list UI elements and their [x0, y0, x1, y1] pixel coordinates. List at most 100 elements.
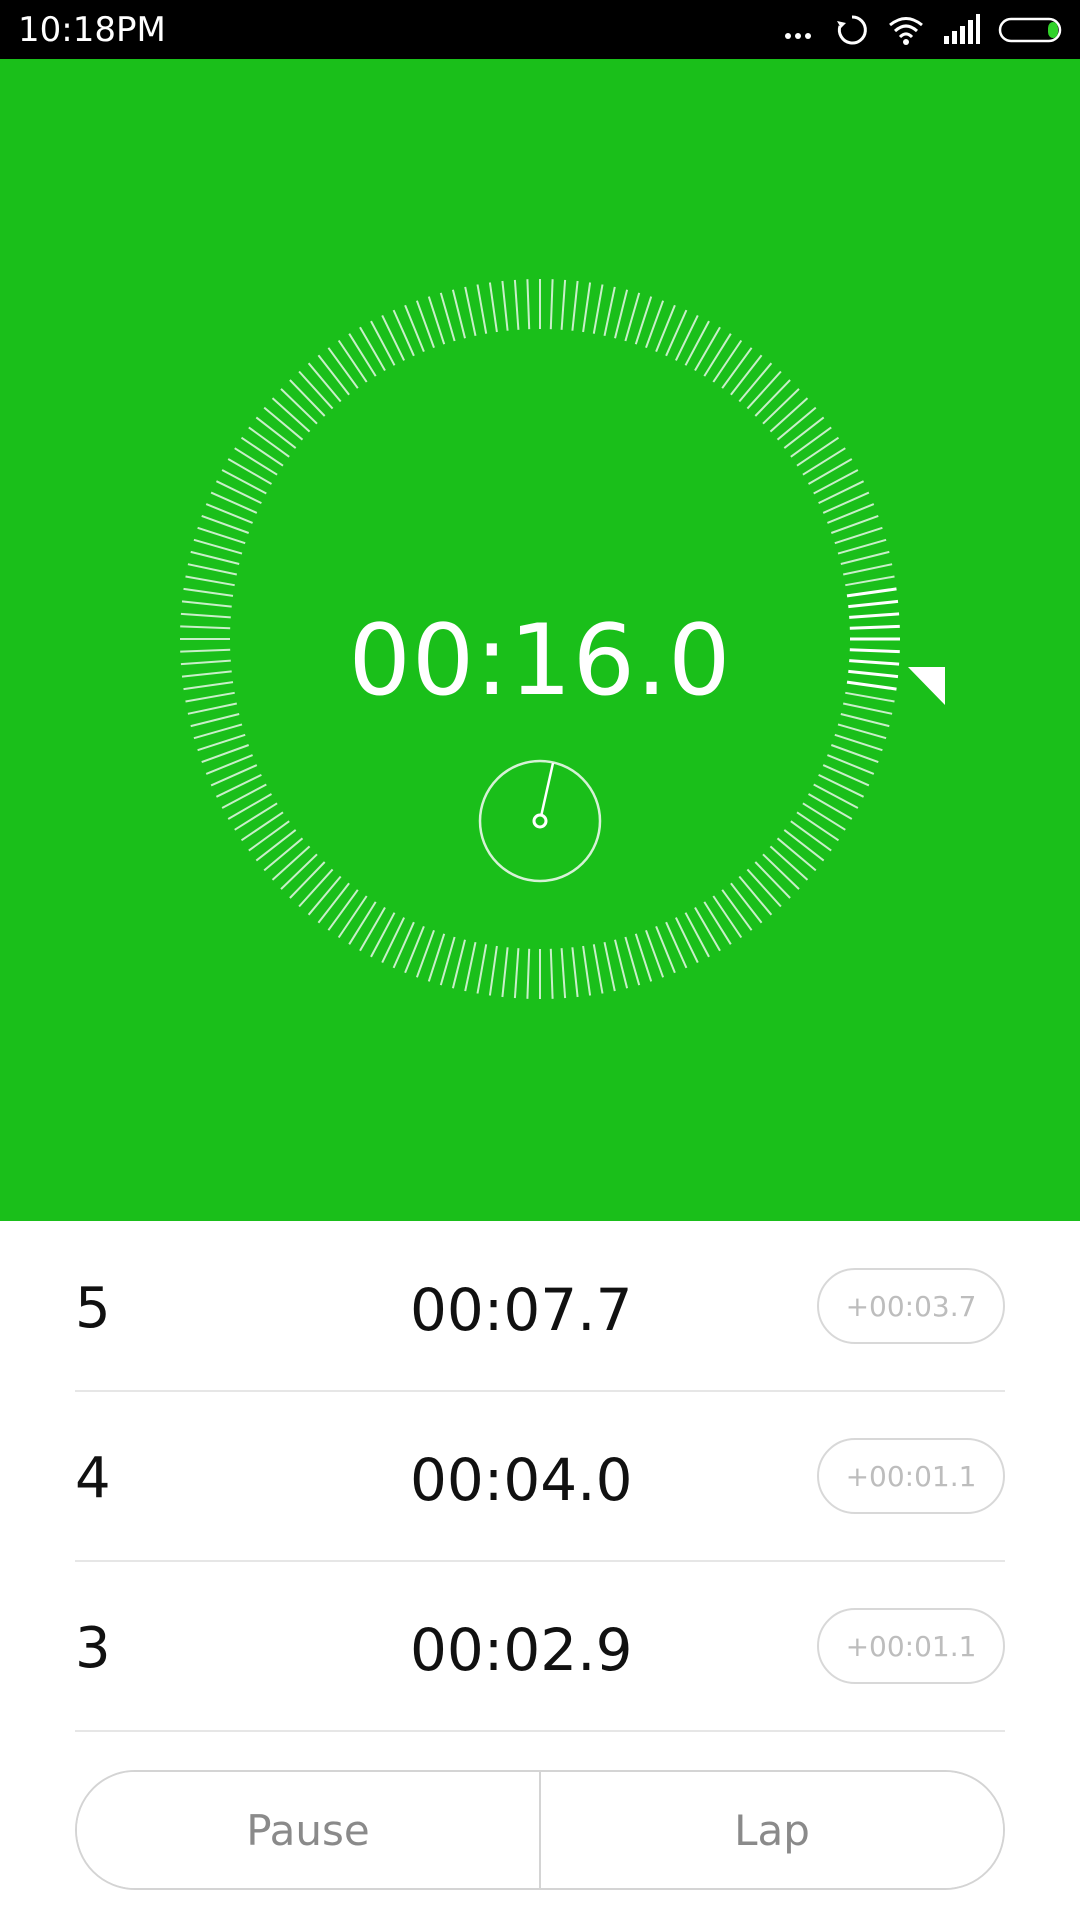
stopwatch-panel: 00:16.0	[0, 59, 1080, 1221]
dial-tick	[190, 550, 240, 565]
dial-tick	[255, 416, 297, 449]
battery-icon	[998, 17, 1062, 43]
lap-number: 4	[75, 1446, 111, 1511]
dial-tick	[227, 458, 273, 485]
dial-tick	[317, 354, 350, 396]
dial-tick	[754, 379, 791, 417]
dial-tick	[603, 286, 616, 337]
dial-tick	[837, 538, 887, 555]
sync-icon	[837, 15, 867, 45]
dial-tick	[796, 811, 840, 842]
dial-tick	[248, 426, 290, 458]
dial-tick	[675, 917, 699, 964]
dial-tick	[488, 945, 498, 996]
dial-tick	[337, 339, 368, 383]
dial-tick	[240, 811, 284, 842]
subdial-center	[532, 813, 548, 829]
dial-tick	[549, 279, 554, 330]
dial-tick	[476, 944, 488, 994]
dial-tick	[280, 388, 318, 425]
dial-tick	[603, 941, 616, 992]
dial-tick	[837, 723, 887, 740]
wifi-icon	[889, 17, 923, 45]
elapsed-time: 00:16.0	[348, 604, 732, 718]
dial-tick	[451, 939, 466, 989]
dial-tick	[221, 783, 267, 809]
dial-tick	[370, 320, 396, 366]
dial-tick	[818, 774, 865, 798]
dial-tick	[738, 875, 773, 916]
dial-tick	[675, 314, 699, 361]
dial-tick	[215, 774, 262, 798]
dial-tick	[790, 426, 832, 458]
status-time: 10:18PM	[18, 10, 166, 50]
dial-tick	[317, 882, 350, 924]
dial-tick	[560, 279, 567, 330]
dial-tick	[813, 469, 859, 495]
dial-tick	[464, 941, 477, 992]
dial-tick	[501, 280, 509, 331]
dial-tick	[488, 282, 498, 333]
dial-tick	[549, 948, 554, 999]
dial-tick	[439, 936, 456, 986]
dial-tick	[840, 550, 890, 565]
dial-tick	[560, 948, 567, 999]
dial-tick	[381, 917, 405, 964]
dial-tick	[183, 587, 234, 597]
dial-tick	[187, 563, 238, 576]
stopwatch-controls: Pause Lap	[75, 1770, 1005, 1890]
dial-tick	[476, 284, 488, 334]
dial-tick	[359, 906, 386, 952]
dial-tick	[790, 820, 832, 852]
dial-tick	[271, 397, 311, 433]
lap-row: 4 00:04.0 +00:01.1	[75, 1392, 1005, 1562]
dial-tick	[694, 326, 721, 372]
dial-tick	[359, 326, 386, 372]
dial-tick	[813, 783, 859, 809]
dial-tick	[776, 837, 817, 872]
dial-tick	[703, 901, 732, 945]
signal-icon	[944, 14, 980, 44]
dial-tick	[845, 575, 895, 587]
dial-tick	[746, 370, 782, 410]
dial-tick	[289, 861, 326, 899]
lap-diff-badge: +00:03.7	[817, 1268, 1005, 1344]
dial-tick	[348, 901, 377, 945]
dial-tick	[614, 289, 629, 339]
dial-tick	[255, 829, 297, 862]
dial-tick	[185, 575, 235, 587]
dial-tick	[754, 861, 791, 899]
dial-tick	[796, 436, 840, 467]
dial-tick	[582, 945, 592, 996]
subdial-hand	[538, 762, 555, 822]
dial-tick	[802, 802, 846, 831]
pause-button[interactable]: Pause	[77, 1772, 539, 1888]
dial-tick	[776, 406, 817, 441]
lap-button[interactable]: Lap	[541, 1772, 1003, 1888]
dial-tick	[712, 339, 743, 383]
dial-tick	[746, 868, 782, 908]
dial-tick	[762, 388, 800, 425]
dial-tick	[215, 480, 262, 504]
dial-tick	[337, 895, 368, 939]
dial-tick	[513, 279, 520, 330]
dial-tick	[846, 587, 897, 598]
dial-tick	[501, 947, 509, 998]
dial-tick	[730, 882, 763, 924]
dial-tick	[513, 948, 520, 999]
dial-tick	[703, 333, 732, 377]
lap-time: 00:02.9	[410, 1616, 633, 1684]
dial-tick	[807, 793, 853, 820]
lap-row: 3 00:02.9 +00:01.1	[75, 1562, 1005, 1732]
status-bar: 10:18PM	[0, 0, 1080, 59]
dial-tick	[769, 397, 809, 433]
dial-tick	[370, 912, 396, 958]
lap-number: 3	[75, 1616, 111, 1681]
dial-tick	[694, 906, 721, 952]
dial-tick	[193, 538, 243, 555]
lap-list: 5 00:07.7 +00:03.7 4 00:04.0 +00:01.1 3 …	[75, 1222, 1005, 1732]
dial-tick	[571, 947, 579, 998]
dial-tick	[307, 362, 342, 403]
dial-tick	[307, 875, 342, 916]
dial-tick	[263, 837, 304, 872]
